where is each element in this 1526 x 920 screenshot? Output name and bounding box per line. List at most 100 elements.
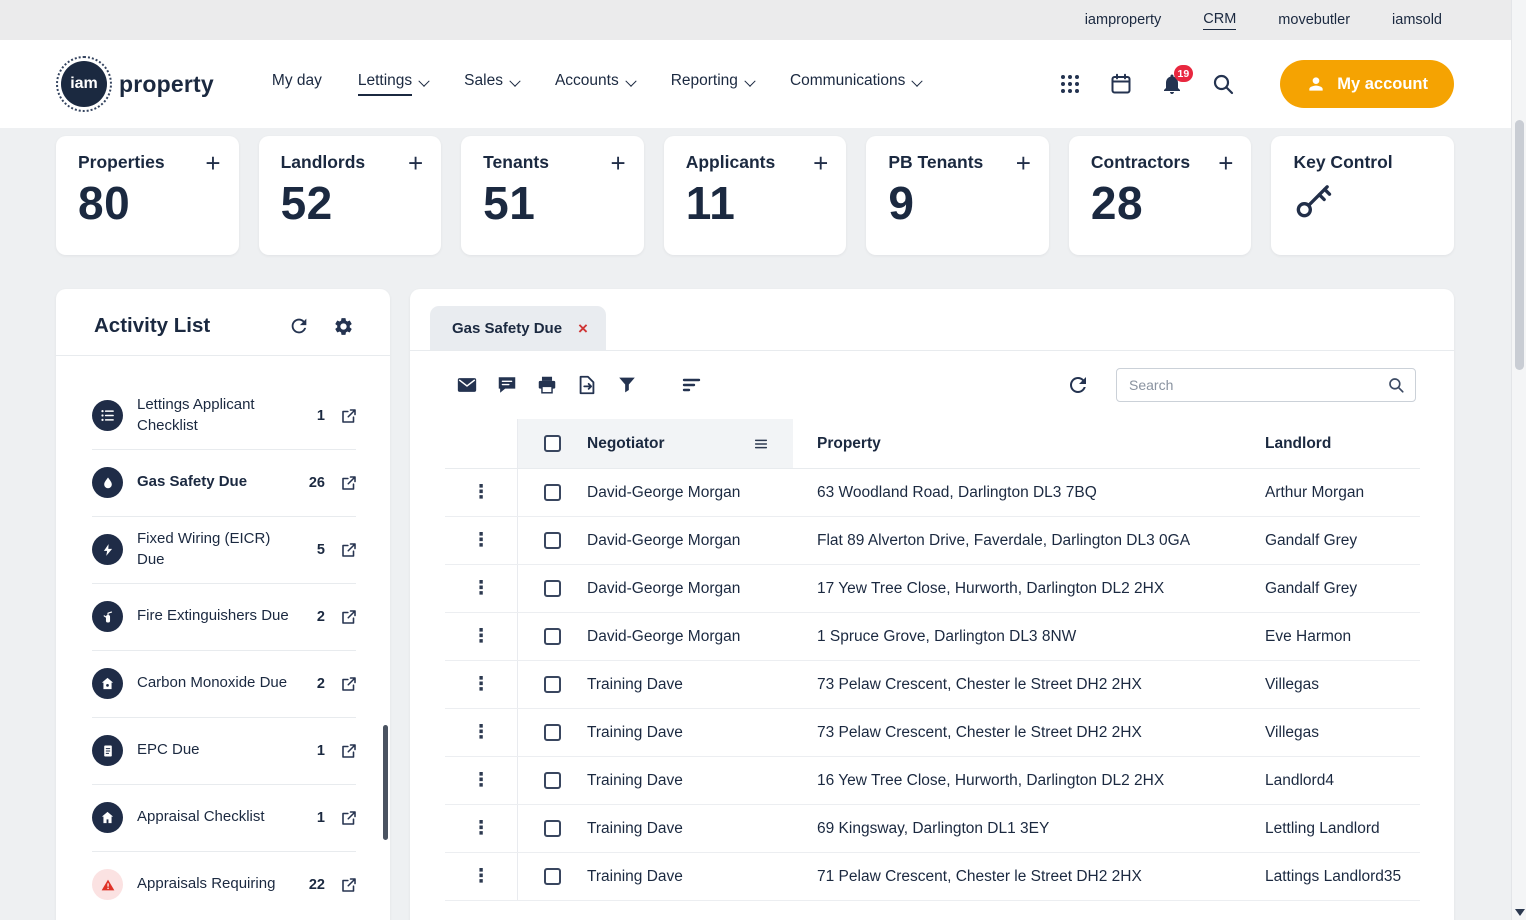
cell-landlord: Lattings Landlord35	[1265, 867, 1402, 885]
page-scrollbar[interactable]	[1511, 0, 1526, 920]
add-tenant-button[interactable]: +	[611, 150, 626, 176]
row-menu-icon[interactable]: ⋮	[472, 627, 491, 646]
activity-item-epc-due[interactable]: EPC Due 1	[56, 717, 390, 784]
row-menu-icon[interactable]: ⋮	[472, 675, 491, 694]
topbar-link-iamproperty[interactable]: iamproperty	[1085, 12, 1162, 28]
apps-grid-icon[interactable]	[1058, 72, 1082, 96]
gear-icon[interactable]	[333, 316, 354, 337]
activity-item-fire-extinguishers-due[interactable]: Fire Extinguishers Due 2	[56, 583, 390, 650]
cell-property: 73 Pelaw Crescent, Chester le Street DH2…	[817, 675, 1142, 693]
filter-funnel-icon[interactable]	[616, 374, 638, 396]
add-applicant-button[interactable]: +	[813, 150, 828, 176]
email-icon[interactable]	[456, 374, 478, 396]
topbar-link-movebutler[interactable]: movebutler	[1278, 12, 1350, 28]
activity-scrollbar-thumb[interactable]	[383, 725, 388, 840]
card-pb-tenants[interactable]: PB Tenants + 9	[866, 136, 1049, 255]
external-link-icon[interactable]	[340, 876, 358, 894]
nav-lettings[interactable]: Lettings	[357, 72, 430, 96]
card-contractors[interactable]: Contractors + 28	[1068, 136, 1252, 255]
scroll-down-arrow[interactable]	[1515, 909, 1525, 916]
add-pb-tenant-button[interactable]: +	[1016, 150, 1031, 176]
row-checkbox[interactable]	[544, 772, 561, 789]
external-link-icon[interactable]	[340, 742, 358, 760]
activity-item-gas-safety-due[interactable]: Gas Safety Due 26	[56, 449, 390, 516]
key-icon	[1293, 181, 1436, 221]
external-link-icon[interactable]	[340, 675, 358, 693]
row-checkbox[interactable]	[544, 868, 561, 885]
cell-property: 17 Yew Tree Close, Hurworth, Darlington …	[817, 579, 1165, 597]
row-checkbox[interactable]	[544, 724, 561, 741]
card-applicants[interactable]: Applicants + 11	[663, 136, 847, 255]
close-tab-icon[interactable]: ×	[578, 320, 588, 337]
select-all-checkbox[interactable]	[544, 435, 561, 452]
card-tenants[interactable]: Tenants + 51	[461, 136, 644, 255]
column-menu-icon[interactable]	[753, 436, 769, 452]
nav-reporting[interactable]: Reporting	[671, 72, 756, 96]
external-link-icon[interactable]	[340, 541, 358, 559]
card-landlords[interactable]: Landlords + 52	[258, 136, 442, 255]
row-menu-icon[interactable]: ⋮	[472, 483, 491, 502]
search-icon[interactable]	[1387, 376, 1405, 394]
external-link-icon[interactable]	[340, 474, 358, 492]
external-link-icon[interactable]	[340, 407, 358, 425]
activity-item-carbon-monoxide-due[interactable]: Carbon Monoxide Due 2	[56, 650, 390, 717]
topbar-link-iamsold[interactable]: iamsold	[1392, 12, 1442, 28]
cell-negotiator: David-George Morgan	[587, 483, 741, 501]
refresh-icon[interactable]	[288, 315, 310, 337]
filter-list-icon[interactable]	[680, 373, 704, 397]
search-icon[interactable]	[1211, 72, 1235, 96]
row-checkbox[interactable]	[544, 580, 561, 597]
row-menu-icon[interactable]: ⋮	[472, 867, 491, 886]
cell-property: 1 Spruce Grove, Darlington DL3 8NW	[817, 627, 1077, 645]
refresh-icon[interactable]	[1066, 373, 1090, 397]
row-checkbox[interactable]	[544, 628, 561, 645]
chevron-down-icon	[744, 75, 756, 87]
add-landlord-button[interactable]: +	[408, 150, 423, 176]
header-property[interactable]: Property	[817, 435, 881, 453]
calendar-icon[interactable]	[1109, 72, 1133, 96]
row-menu-icon[interactable]: ⋮	[472, 771, 491, 790]
header-landlord[interactable]: Landlord	[1265, 435, 1331, 453]
row-checkbox[interactable]	[544, 820, 561, 837]
activity-count: 1	[316, 742, 325, 759]
nav-communications[interactable]: Communications	[790, 72, 924, 96]
activity-item-appraisal-checklist[interactable]: Appraisal Checklist 1	[56, 784, 390, 851]
activity-item-appraisals-requiring[interactable]: Appraisals Requiring 22	[56, 851, 390, 918]
landlords-count: 52	[280, 177, 333, 229]
row-menu-icon[interactable]: ⋮	[472, 579, 491, 598]
stat-cards-row: Properties + 80 Landlords + 52 Tenants +…	[56, 136, 1455, 255]
row-menu-icon[interactable]: ⋮	[472, 819, 491, 838]
sms-icon[interactable]	[496, 374, 518, 396]
my-account-button[interactable]: My account	[1280, 60, 1454, 108]
row-menu-icon[interactable]: ⋮	[472, 531, 491, 550]
row-checkbox[interactable]	[544, 484, 561, 501]
activity-item-fixed-wiring-due[interactable]: Fixed Wiring (EICR) Due 5	[56, 516, 390, 583]
cell-negotiator: David-George Morgan	[587, 627, 741, 645]
add-contractor-button[interactable]: +	[1218, 150, 1233, 176]
search-input[interactable]	[1117, 369, 1387, 401]
person-icon	[1309, 77, 1323, 91]
card-key-control[interactable]: Key Control	[1271, 136, 1455, 255]
nav-sales[interactable]: Sales	[464, 72, 521, 96]
iamproperty-logo[interactable]: iam property	[56, 56, 214, 112]
topbar-link-crm[interactable]: CRM	[1203, 11, 1237, 30]
tab-gas-safety-due[interactable]: Gas Safety Due ×	[430, 306, 606, 350]
notifications-bell-icon[interactable]: 19	[1160, 65, 1194, 96]
card-properties[interactable]: Properties + 80	[56, 136, 239, 255]
scrollbar-thumb[interactable]	[1515, 120, 1524, 370]
row-checkbox[interactable]	[544, 676, 561, 693]
activity-item-lettings-applicant-checklist[interactable]: Lettings Applicant Checklist 1	[56, 382, 390, 449]
row-menu-icon[interactable]: ⋮	[472, 723, 491, 742]
export-icon[interactable]	[576, 374, 598, 396]
lightning-icon	[92, 534, 123, 565]
activity-count: 2	[316, 608, 325, 625]
external-link-icon[interactable]	[340, 809, 358, 827]
nav-accounts[interactable]: Accounts	[555, 72, 637, 96]
header-negotiator[interactable]: Negotiator	[587, 435, 665, 453]
table-row: ⋮ Training Dave 71 Pelaw Crescent, Chest…	[445, 853, 1420, 901]
external-link-icon[interactable]	[340, 608, 358, 626]
row-checkbox[interactable]	[544, 532, 561, 549]
print-icon[interactable]	[536, 374, 558, 396]
add-property-button[interactable]: +	[205, 150, 220, 176]
nav-my-day[interactable]: My day	[272, 72, 322, 96]
